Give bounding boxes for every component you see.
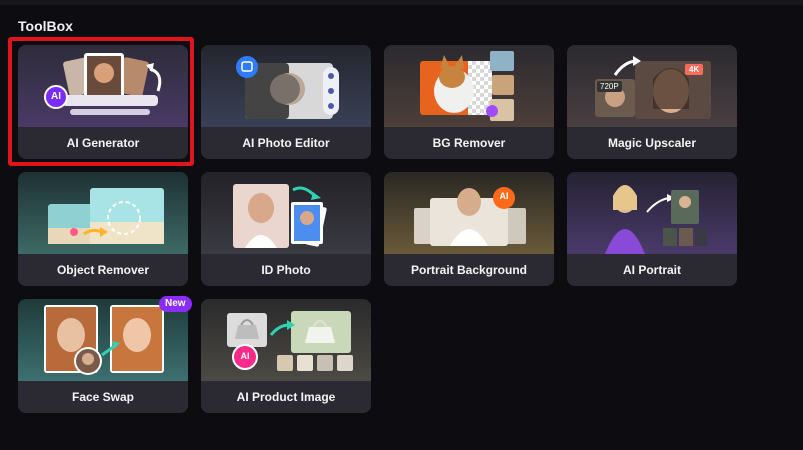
tool-card-label: ID Photo [201,254,371,286]
tool-card-label: Magic Upscaler [567,127,737,159]
bg-remover-thumbnail [384,45,554,127]
tool-card-label: AI Photo Editor [201,127,371,159]
tool-card-magic-upscaler[interactable]: 720P 4K Magic Upscaler [567,45,737,159]
tool-card-label: Object Remover [18,254,188,286]
tool-card-label: BG Remover [384,127,554,159]
tool-card-ai-portrait[interactable]: AI Portrait [567,172,737,286]
tool-card-id-photo[interactable]: ID Photo [201,172,371,286]
object-remover-thumbnail [18,172,188,254]
id-photo-thumbnail [201,172,371,254]
tool-card-ai-photo-editor[interactable]: AI Photo Editor [201,45,371,159]
ai-badge-icon: AI [499,191,509,201]
ai-portrait-thumbnail [567,172,737,254]
new-badge: New [159,296,192,312]
tool-card-object-remover[interactable]: Object Remover [18,172,188,286]
tool-card-ai-generator[interactable]: AI AI Generator [18,45,188,159]
tool-card-ai-product-image[interactable]: AI AI Product Image [201,299,371,413]
tool-card-label: AI Portrait [567,254,737,286]
tool-card-label: Portrait Background [384,254,554,286]
ai-generator-thumbnail: AI [18,45,188,127]
tool-card-label: Face Swap [18,381,188,413]
ai-photo-editor-thumbnail [201,45,371,127]
resolution-720p-badge: 720P [597,81,622,92]
tool-card-label: AI Product Image [201,381,371,413]
ai-badge-icon: AI [44,85,68,109]
resolution-4k-badge: 4K [685,64,704,75]
face-swap-thumbnail [18,299,188,381]
magic-upscaler-thumbnail: 720P 4K [567,45,737,127]
portrait-background-thumbnail: AI [384,172,554,254]
tool-card-bg-remover[interactable]: BG Remover [384,45,554,159]
tool-card-portrait-background[interactable]: AI Portrait Background [384,172,554,286]
ai-badge-icon: AI [240,351,250,361]
tool-card-label: AI Generator [18,127,188,159]
top-bar [0,0,803,5]
tool-card-face-swap[interactable]: Face Swap [18,299,188,413]
section-title: ToolBox [18,18,73,34]
ai-product-image-thumbnail: AI [201,299,371,381]
